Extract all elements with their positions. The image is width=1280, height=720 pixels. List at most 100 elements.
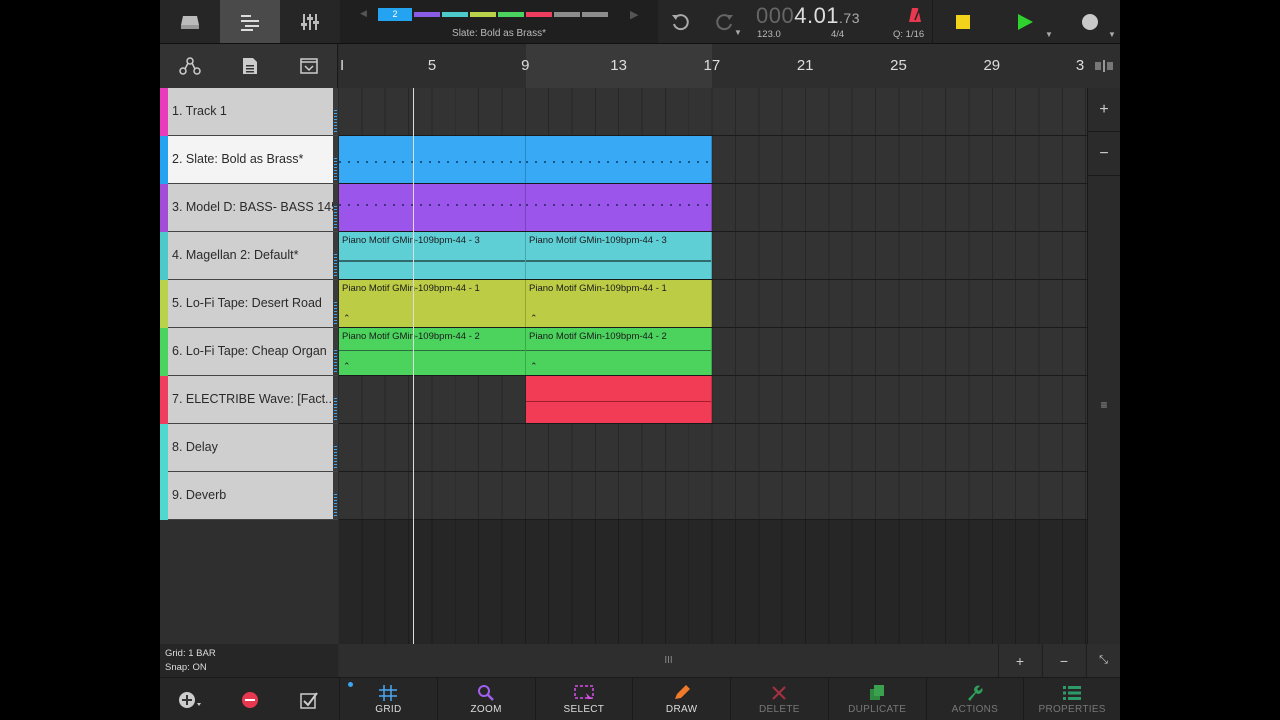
track-header[interactable]: 8. Delay bbox=[160, 424, 338, 472]
track-header[interactable]: 5. Lo-Fi Tape: Desert Road bbox=[160, 280, 338, 328]
scene-segment[interactable] bbox=[498, 12, 524, 17]
clip-waveform bbox=[526, 350, 711, 351]
clip-waveform bbox=[526, 260, 711, 262]
arranger-grid[interactable]: Piano Motif GMin-109bpm-44 - 3 Piano Mot… bbox=[339, 88, 1087, 644]
track-name[interactable]: 7. ELECTRIBE Wave: [Fact... bbox=[168, 376, 333, 423]
track-options-button[interactable] bbox=[280, 44, 338, 88]
add-track-button[interactable] bbox=[160, 678, 220, 720]
clip-model-d-1[interactable] bbox=[339, 184, 526, 231]
select-tracks-button[interactable] bbox=[280, 678, 338, 720]
vertical-scroll-handle-icon[interactable]: ≡ bbox=[1088, 398, 1120, 412]
reduce-track-height-button[interactable]: − bbox=[1088, 132, 1120, 176]
undo-button[interactable] bbox=[665, 0, 695, 43]
grid-tool[interactable]: GRID bbox=[339, 678, 437, 720]
lane-track-4[interactable]: Piano Motif GMin-109bpm-44 - 3 Piano Mot… bbox=[339, 232, 1087, 280]
track-header[interactable]: 1. Track 1 bbox=[160, 88, 338, 136]
track-header[interactable]: 7. ELECTRIBE Wave: [Fact... bbox=[160, 376, 338, 424]
actions-tool[interactable]: ACTIONS bbox=[925, 678, 1024, 720]
track-name[interactable]: 2. Slate: Bold as Brass* bbox=[168, 136, 333, 183]
add-track-height-button[interactable]: + bbox=[1088, 88, 1120, 132]
scene-segments[interactable]: 2 bbox=[378, 8, 610, 21]
track-header[interactable]: 9. Deverb bbox=[160, 472, 338, 520]
stop-button[interactable] bbox=[932, 0, 992, 43]
add-circle-icon bbox=[179, 691, 201, 708]
clip-magellan-2[interactable]: Piano Motif GMin-109bpm-44 - 3 bbox=[526, 232, 712, 279]
scene-segment[interactable] bbox=[582, 12, 608, 17]
automation-button[interactable] bbox=[160, 44, 220, 88]
undo-menu-caret-icon[interactable]: ▼ bbox=[734, 28, 742, 37]
quantize-value[interactable]: Q: 1/16 bbox=[893, 29, 924, 40]
clip-slate-2[interactable] bbox=[526, 136, 712, 183]
delete-tool[interactable]: DELETE bbox=[730, 678, 828, 720]
track-header[interactable]: 3. Model D: BASS- BASS 145 bbox=[160, 184, 338, 232]
scene-segment[interactable] bbox=[442, 12, 468, 17]
scroll-handle-icon[interactable]: III bbox=[664, 655, 672, 666]
lane-track-2[interactable] bbox=[339, 136, 1087, 184]
zoom-in-button[interactable]: + bbox=[998, 644, 1041, 677]
zoom-out-button[interactable]: − bbox=[1042, 644, 1085, 677]
rewind-arrow-icon: ◀ bbox=[360, 8, 367, 18]
ruler-bar-label: 17 bbox=[703, 57, 721, 74]
duplicate-tool[interactable]: DUPLICATE bbox=[827, 678, 926, 720]
tempo-readout[interactable]: 123.0 bbox=[757, 29, 781, 40]
song-overview[interactable]: ◀ 2 ▶ Slate: Bold as Brass* bbox=[340, 0, 658, 43]
metronome-button[interactable] bbox=[905, 0, 925, 30]
track-name[interactable]: 3. Model D: BASS- BASS 145 bbox=[168, 184, 333, 231]
clip-lofi-desert-2[interactable]: Piano Motif GMin-109bpm-44 - 1 ⌃ bbox=[526, 280, 712, 327]
tracks-view-button[interactable] bbox=[220, 0, 280, 43]
clip-lofi-organ-1[interactable]: Piano Motif GMin-109bpm-44 - 2 ⌃ bbox=[339, 328, 526, 375]
track-list-empty-area[interactable] bbox=[160, 520, 338, 644]
transport-position[interactable]: 0004.01.73 123.0 4/4 Q: 1/16 bbox=[755, 0, 930, 43]
draw-tool[interactable]: DRAW bbox=[632, 678, 730, 720]
horizontal-scrollbar[interactable]: III bbox=[339, 644, 998, 677]
lane-track-9[interactable] bbox=[339, 472, 1087, 520]
clip-lofi-desert-1[interactable]: Piano Motif GMin-109bpm-44 - 1 ⌃ bbox=[339, 280, 526, 327]
lane-track-3[interactable] bbox=[339, 184, 1087, 232]
timeline-ruler[interactable]: I 5 9 13 17 21 25 29 3 bbox=[339, 44, 1087, 88]
clip-magellan-1[interactable]: Piano Motif GMin-109bpm-44 - 3 bbox=[339, 232, 526, 279]
minus-icon: − bbox=[1099, 144, 1109, 162]
lane-track-7[interactable] bbox=[339, 376, 1087, 424]
track-color-strip bbox=[160, 136, 168, 184]
fit-view-button[interactable]: ⤡ bbox=[1086, 644, 1120, 677]
select-tool[interactable]: SELECT bbox=[534, 678, 633, 720]
track-name[interactable]: 8. Delay bbox=[168, 424, 333, 471]
lane-track-8[interactable] bbox=[339, 424, 1087, 472]
track-name[interactable]: 4. Magellan 2: Default* bbox=[168, 232, 333, 279]
list-icon bbox=[1063, 685, 1082, 700]
lane-track-5[interactable]: Piano Motif GMin-109bpm-44 - 1 ⌃ Piano Mo… bbox=[339, 280, 1087, 328]
scene-segment[interactable]: 2 bbox=[378, 8, 412, 21]
clip-model-d-2[interactable] bbox=[526, 184, 712, 231]
scene-segment[interactable] bbox=[554, 12, 580, 17]
scene-segment[interactable] bbox=[414, 12, 440, 17]
time-signature[interactable]: 4/4 bbox=[831, 29, 844, 40]
properties-tool[interactable]: PROPERTIES bbox=[1023, 678, 1120, 720]
play-menu-caret-icon[interactable]: ▼ bbox=[1045, 30, 1053, 39]
track-header[interactable]: 2. Slate: Bold as Brass* bbox=[160, 136, 338, 184]
browser-button[interactable] bbox=[160, 0, 220, 43]
track-color-strip bbox=[160, 280, 168, 328]
clip-lofi-organ-2[interactable]: Piano Motif GMin-109bpm-44 - 2 ⌃ bbox=[526, 328, 712, 375]
zoom-tool[interactable]: ZOOM bbox=[436, 678, 535, 720]
track-level-meter bbox=[333, 328, 338, 375]
track-name[interactable]: 9. Deverb bbox=[168, 472, 333, 519]
scene-segment[interactable] bbox=[470, 12, 496, 17]
clip-electribe[interactable] bbox=[526, 376, 712, 423]
delete-track-button[interactable] bbox=[220, 678, 280, 720]
record-icon bbox=[1082, 13, 1098, 30]
lane-track-6[interactable]: Piano Motif GMin-109bpm-44 - 2 ⌃ Piano Mo… bbox=[339, 328, 1087, 376]
track-name[interactable]: 6. Lo-Fi Tape: Cheap Organ bbox=[168, 328, 333, 375]
track-name[interactable]: 5. Lo-Fi Tape: Desert Road bbox=[168, 280, 333, 327]
scene-segment[interactable] bbox=[526, 12, 552, 17]
ruler-bar-1: I bbox=[340, 57, 345, 74]
notes-button[interactable] bbox=[220, 44, 280, 88]
track-name[interactable]: 1. Track 1 bbox=[168, 88, 333, 135]
mixer-button[interactable] bbox=[280, 0, 340, 43]
clip-slate-1[interactable] bbox=[339, 136, 526, 183]
record-menu-caret-icon[interactable]: ▼ bbox=[1108, 30, 1116, 39]
track-header[interactable]: 6. Lo-Fi Tape: Cheap Organ bbox=[160, 328, 338, 376]
track-header[interactable]: 4. Magellan 2: Default* bbox=[160, 232, 338, 280]
split-view-button[interactable] bbox=[1087, 44, 1120, 88]
playhead[interactable] bbox=[413, 88, 414, 644]
lane-track-1[interactable] bbox=[339, 88, 1087, 136]
